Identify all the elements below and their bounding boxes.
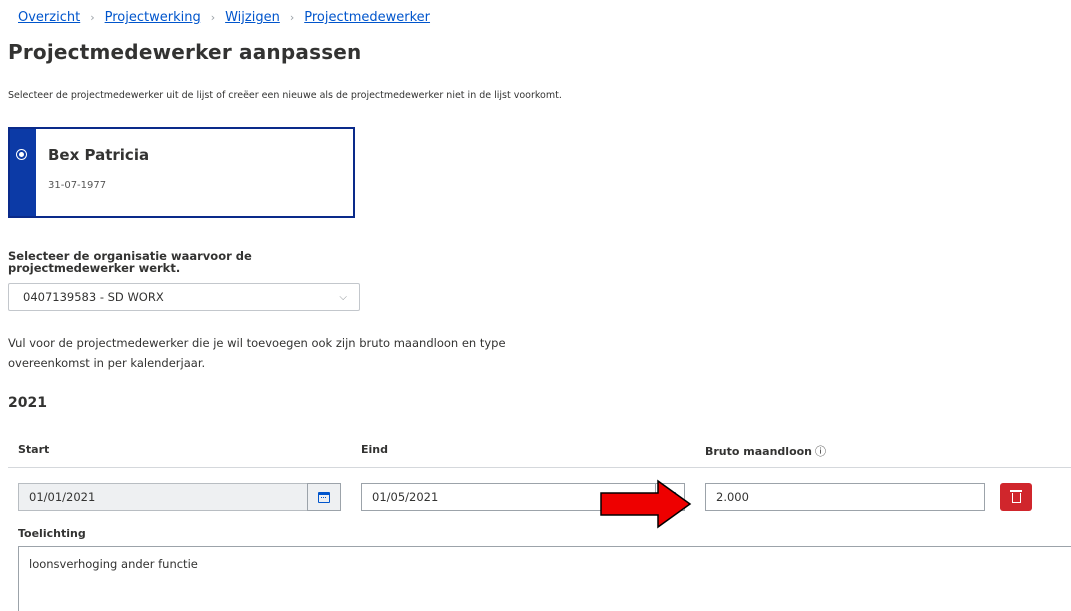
intro-text: Selecteer de projectmedewerker uit de li… — [8, 90, 562, 101]
explanation-label: Toelichting — [18, 527, 86, 540]
radio-selected-icon[interactable] — [16, 149, 27, 160]
info-icon[interactable]: ⓘ — [815, 445, 826, 458]
delete-row-button[interactable] — [1000, 483, 1032, 511]
person-name: Bex Patricia — [48, 146, 150, 164]
card-selection-stripe — [10, 129, 36, 216]
person-birthdate: 31-07-1977 — [48, 180, 107, 191]
annotation-arrow-icon — [600, 479, 692, 529]
column-header-start: Start — [18, 443, 50, 456]
calendar-icon — [318, 491, 330, 503]
start-date-calendar-button[interactable] — [307, 483, 341, 511]
column-header-salary: Bruto maandloon ⓘ — [705, 443, 826, 459]
year-heading: 2021 — [8, 395, 47, 411]
breadcrumb-projectmedewerker[interactable]: Projectmedewerker — [304, 10, 430, 25]
gross-salary-input[interactable]: 2.000 — [705, 483, 985, 511]
person-card[interactable]: Bex Patricia 31-07-1977 — [8, 127, 355, 218]
card-body: Bex Patricia 31-07-1977 — [36, 129, 149, 216]
chevron-down-icon: ⌵ — [339, 291, 347, 303]
organisation-select-value: 0407139583 - SD WORX — [23, 290, 164, 304]
organisation-label: Selecteer de organisatie waarvoor de pro… — [8, 249, 252, 275]
breadcrumb: Overzicht › Projectwerking › Wijzigen › … — [18, 10, 430, 25]
table-header-divider — [8, 467, 1071, 468]
organisation-select[interactable]: 0407139583 - SD WORX ⌵ — [8, 283, 360, 311]
page-title: Projectmedewerker aanpassen — [8, 40, 362, 64]
breadcrumb-projectwerking[interactable]: Projectwerking — [105, 10, 201, 25]
salary-instruction-text: Vul voor de projectmedewerker die je wil… — [8, 336, 506, 370]
breadcrumb-wijzigen[interactable]: Wijzigen — [225, 10, 280, 25]
start-date-input[interactable]: 01/01/2021 — [18, 483, 308, 511]
trash-icon — [1009, 490, 1022, 503]
chevron-right-icon: › — [289, 11, 295, 24]
breadcrumb-overzicht[interactable]: Overzicht — [18, 10, 80, 25]
chevron-right-icon: › — [210, 11, 216, 24]
salary-header-label: Bruto maandloon — [705, 445, 813, 458]
explanation-textarea[interactable]: loonsverhoging ander functie — [18, 546, 1071, 611]
column-header-end: Eind — [361, 443, 388, 456]
chevron-right-icon: › — [90, 11, 95, 24]
